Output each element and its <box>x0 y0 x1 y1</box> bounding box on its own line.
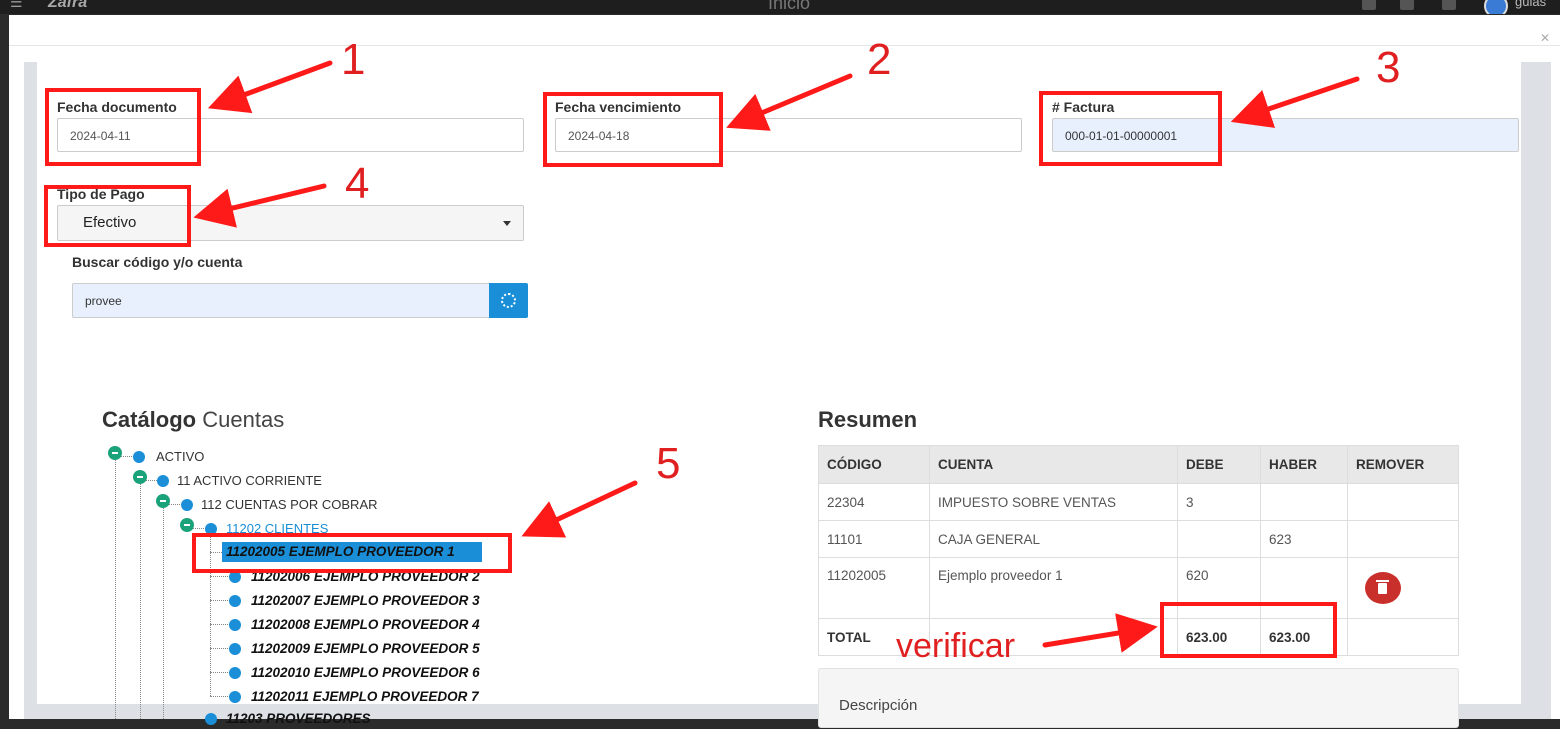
arrow-5 <box>521 480 638 538</box>
arrow-2 <box>726 73 853 131</box>
annotation-arrows <box>193 60 1360 653</box>
arrow-verificar <box>1042 613 1158 653</box>
arrow-3 <box>1230 76 1360 128</box>
arrow-1 <box>207 60 333 114</box>
arrow-4 <box>193 183 327 228</box>
